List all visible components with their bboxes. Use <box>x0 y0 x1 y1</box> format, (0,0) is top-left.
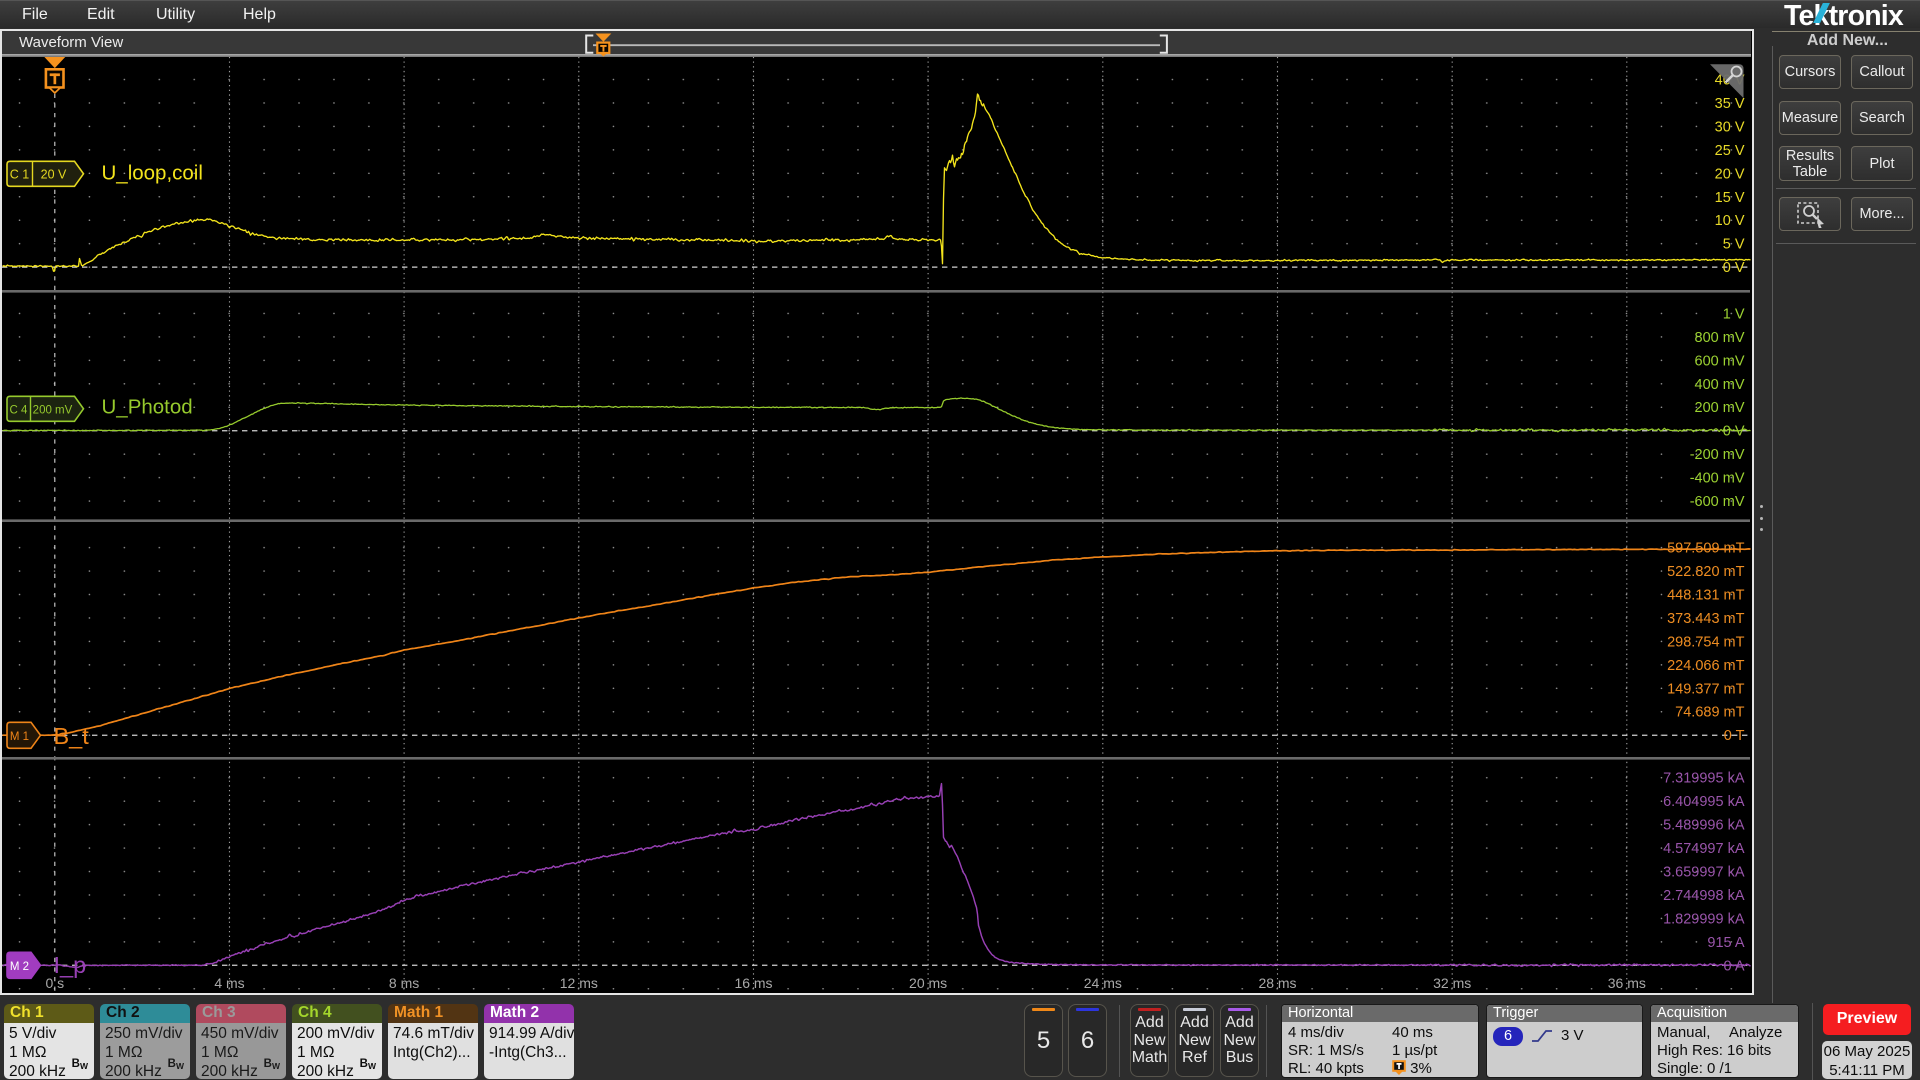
svg-text:36 ms: 36 ms <box>1608 975 1646 991</box>
svg-text:C 4: C 4 <box>10 404 29 416</box>
svg-text:15 V: 15 V <box>1715 190 1745 206</box>
svg-text:298.754 mT: 298.754 mT <box>1667 634 1745 650</box>
svg-text:24 ms: 24 ms <box>1084 975 1122 991</box>
svg-text:U_loop,coil: U_loop,coil <box>102 161 203 184</box>
svg-text:28 ms: 28 ms <box>1258 975 1296 991</box>
svg-text:1.829999 kA: 1.829999 kA <box>1663 911 1745 927</box>
svg-text:448.131 mT: 448.131 mT <box>1667 588 1745 604</box>
svg-text:2.744998 kA: 2.744998 kA <box>1663 888 1745 904</box>
svg-text:597.509 mT: 597.509 mT <box>1667 541 1745 557</box>
svg-text:M 1: M 1 <box>10 731 29 743</box>
svg-text:25 V: 25 V <box>1715 143 1745 159</box>
svg-text:200 mV: 200 mV <box>1695 400 1745 416</box>
svg-text:8 ms: 8 ms <box>389 975 419 991</box>
svg-text:0 A: 0 A <box>1724 958 1745 974</box>
svg-text:B_t: B_t <box>54 723 90 749</box>
svg-text:800 mV: 800 mV <box>1695 330 1745 346</box>
svg-text:30 V: 30 V <box>1715 119 1745 135</box>
svg-text:3.659997 kA: 3.659997 kA <box>1663 865 1745 881</box>
svg-text:5.489996 kA: 5.489996 kA <box>1663 818 1745 834</box>
svg-text:6.404995 kA: 6.404995 kA <box>1663 794 1745 810</box>
svg-text:400 mV: 400 mV <box>1695 377 1745 393</box>
svg-text:-400 mV: -400 mV <box>1690 471 1745 487</box>
svg-text:20 V: 20 V <box>41 167 67 181</box>
svg-text:-600 mV: -600 mV <box>1690 494 1745 510</box>
svg-text:1 V: 1 V <box>1723 306 1745 322</box>
svg-text:10 V: 10 V <box>1715 213 1745 229</box>
svg-text:915 A: 915 A <box>1707 935 1744 951</box>
svg-text:224.066 mT: 224.066 mT <box>1667 658 1745 674</box>
svg-text:I_p: I_p <box>54 952 87 978</box>
svg-text:-200 mV: -200 mV <box>1690 447 1745 463</box>
svg-text:20 ms: 20 ms <box>909 975 947 991</box>
svg-text:4.574997 kA: 4.574997 kA <box>1663 841 1745 857</box>
svg-text:522.820 mT: 522.820 mT <box>1667 564 1745 580</box>
svg-text:16 ms: 16 ms <box>734 975 772 991</box>
svg-text:74.689 mT: 74.689 mT <box>1675 705 1744 721</box>
svg-text:149.377 mT: 149.377 mT <box>1667 681 1745 697</box>
svg-text:12 ms: 12 ms <box>560 975 598 991</box>
svg-text:200 mV: 200 mV <box>33 404 73 416</box>
svg-text:5 V: 5 V <box>1723 237 1745 253</box>
svg-text:C 1: C 1 <box>10 167 30 181</box>
svg-text:0 T: 0 T <box>1724 728 1745 744</box>
svg-text:0 V: 0 V <box>1723 424 1745 440</box>
svg-text:35 V: 35 V <box>1715 96 1745 112</box>
svg-text:U_Photod: U_Photod <box>102 395 193 418</box>
svg-text:4 ms: 4 ms <box>214 975 244 991</box>
svg-text:600 mV: 600 mV <box>1695 353 1745 369</box>
svg-text:0 V: 0 V <box>1723 260 1745 276</box>
svg-text:32 ms: 32 ms <box>1433 975 1471 991</box>
svg-text:M 2: M 2 <box>10 961 29 973</box>
svg-text:7.319995 kA: 7.319995 kA <box>1663 771 1745 787</box>
svg-text:373.443 mT: 373.443 mT <box>1667 611 1745 627</box>
svg-text:20 V: 20 V <box>1715 166 1745 182</box>
